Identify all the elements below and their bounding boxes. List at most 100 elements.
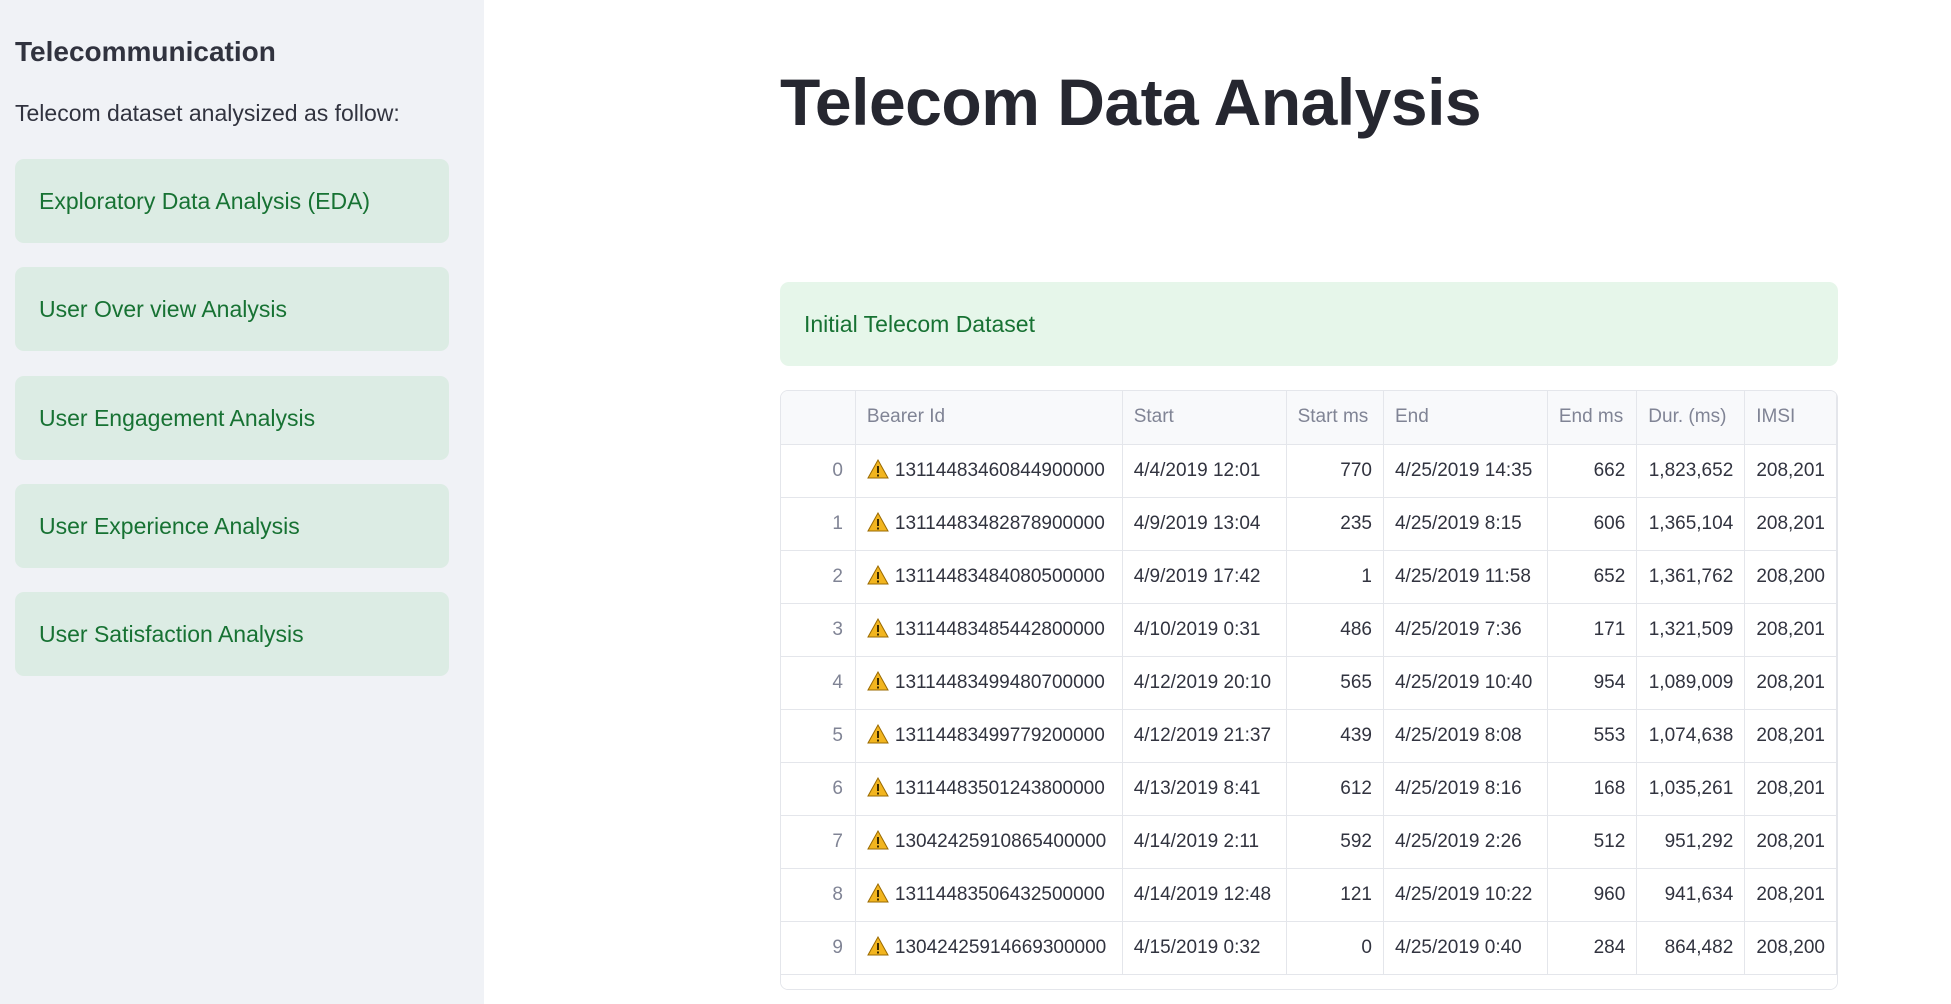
warning-icon xyxy=(867,935,889,956)
cell-start: 4/14/2019 2:11 xyxy=(1122,815,1287,869)
cell-end: 4/25/2019 8:08 xyxy=(1383,709,1548,763)
sidebar-item-user-satisfaction[interactable]: User Satisfaction Analysis xyxy=(15,592,449,676)
cell-end-ms: 662 xyxy=(1547,444,1638,498)
cell-end-ms: 553 xyxy=(1547,709,1638,763)
cell-imsi: 208,201 xyxy=(1744,709,1837,763)
table-row[interactable]: 9 13042425914669300000 4/15/2019 0:32 0 4/25… xyxy=(781,921,1837,975)
cell-imsi: 208,201 xyxy=(1744,444,1837,498)
table-row[interactable]: 3 13114483485442800000 4/10/2019 0:31 486 4/… xyxy=(781,603,1837,657)
row-index: 4 xyxy=(781,656,856,710)
cell-start: 4/12/2019 20:10 xyxy=(1122,656,1287,710)
cell-start: 4/9/2019 13:04 xyxy=(1122,497,1287,551)
cell-end-ms: 606 xyxy=(1547,497,1638,551)
table-row[interactable]: 1 13114483482878900000 4/9/2019 13:04 235 4/… xyxy=(781,497,1837,551)
sidebar-item-user-experience[interactable]: User Experience Analysis xyxy=(15,484,449,568)
sidebar-item-label: User Satisfaction Analysis xyxy=(39,620,304,647)
warning-icon xyxy=(867,723,889,744)
cell-duration: 1,321,509 xyxy=(1636,603,1746,657)
column-header-index[interactable] xyxy=(781,391,856,445)
table-scroll-area xyxy=(781,979,1837,989)
table-row[interactable]: 8 13114483506432500000 4/14/2019 12:48 121 4… xyxy=(781,868,1837,922)
cell-duration: 864,482 xyxy=(1636,921,1746,975)
cell-start: 4/4/2019 12:01 xyxy=(1122,444,1287,498)
cell-end-ms: 168 xyxy=(1547,762,1638,816)
sidebar-item-eda[interactable]: Exploratory Data Analysis (EDA) xyxy=(15,159,449,243)
cell-duration: 1,035,261 xyxy=(1636,762,1746,816)
column-header-bearer-id[interactable]: Bearer Id xyxy=(855,391,1123,445)
cell-start-ms: 1 xyxy=(1286,550,1384,604)
column-header-start-ms[interactable]: Start ms xyxy=(1286,391,1384,445)
sidebar-item-user-overview[interactable]: User Over view Analysis xyxy=(15,267,449,351)
cell-bearer-id: 13114483485442800000 xyxy=(855,603,1123,657)
row-index: 1 xyxy=(781,497,856,551)
data-table: Bearer Id Start Start ms End End ms Dur.… xyxy=(781,391,1837,975)
cell-bearer-id: 13114483482878900000 xyxy=(855,497,1123,551)
column-header-end-ms[interactable]: End ms xyxy=(1547,391,1638,445)
cell-imsi: 208,201 xyxy=(1744,762,1837,816)
column-header-duration[interactable]: Dur. (ms) xyxy=(1636,391,1746,445)
row-index: 6 xyxy=(781,762,856,816)
table-row[interactable]: 6 13114483501243800000 4/13/2019 8:41 612 4/… xyxy=(781,762,1837,816)
cell-end: 4/25/2019 8:16 xyxy=(1383,762,1548,816)
sidebar-item-label: User Engagement Analysis xyxy=(39,404,316,431)
bearer-id-value: 13042425914669300000 xyxy=(894,937,1107,958)
cell-duration: 1,365,104 xyxy=(1636,497,1746,551)
cell-start: 4/15/2019 0:32 xyxy=(1122,921,1287,975)
cell-imsi: 208,201 xyxy=(1744,656,1837,710)
cell-end-ms: 954 xyxy=(1547,656,1638,710)
cell-duration: 941,634 xyxy=(1636,868,1746,922)
cell-end: 4/25/2019 0:40 xyxy=(1383,921,1548,975)
column-header-end[interactable]: End xyxy=(1383,391,1548,445)
cell-end-ms: 171 xyxy=(1547,603,1638,657)
table-row[interactable]: 4 13114483499480700000 4/12/2019 20:10 565 4… xyxy=(781,656,1837,710)
sidebar-item-label: User Experience Analysis xyxy=(39,512,300,539)
table-body: 0 13114483460844900000 4/4/2019 12:01 770 4/… xyxy=(781,444,1837,975)
cell-duration: 951,292 xyxy=(1636,815,1746,869)
column-header-start[interactable]: Start xyxy=(1122,391,1287,445)
table-row[interactable]: 7 13042425910865400000 4/14/2019 2:11 592 4/… xyxy=(781,815,1837,869)
warning-icon xyxy=(867,617,889,638)
sidebar-description: Telecom dataset analysized as follow: xyxy=(15,100,400,126)
cell-end-ms: 512 xyxy=(1547,815,1638,869)
sidebar-item-user-engagement[interactable]: User Engagement Analysis xyxy=(15,376,449,460)
table-row[interactable]: 0 13114483460844900000 4/4/2019 12:01 770 4/… xyxy=(781,444,1837,498)
row-index: 9 xyxy=(781,921,856,975)
cell-start-ms: 565 xyxy=(1286,656,1384,710)
cell-bearer-id: 13114483460844900000 xyxy=(855,444,1123,498)
cell-end-ms: 284 xyxy=(1547,921,1638,975)
warning-icon xyxy=(867,776,889,797)
cell-duration: 1,823,652 xyxy=(1636,444,1746,498)
row-index: 3 xyxy=(781,603,856,657)
cell-duration: 1,361,762 xyxy=(1636,550,1746,604)
bearer-id-value: 13114483506432500000 xyxy=(894,884,1105,905)
sidebar-heading: Telecommunication xyxy=(15,36,276,67)
cell-duration: 1,089,009 xyxy=(1636,656,1746,710)
bearer-id-value: 13114483501243800000 xyxy=(894,778,1105,799)
cell-bearer-id: 13042425910865400000 xyxy=(855,815,1123,869)
cell-imsi: 208,200 xyxy=(1744,550,1837,604)
column-header-imsi[interactable]: IMSI xyxy=(1744,391,1837,445)
cell-start: 4/9/2019 17:42 xyxy=(1122,550,1287,604)
warning-icon xyxy=(867,511,889,532)
table-row[interactable]: 2 13114483484080500000 4/9/2019 17:42 1 4/25… xyxy=(781,550,1837,604)
dataframe[interactable]: Bearer Id Start Start ms End End ms Dur.… xyxy=(780,390,1838,990)
cell-bearer-id: 13114483501243800000 xyxy=(855,762,1123,816)
cell-start: 4/10/2019 0:31 xyxy=(1122,603,1287,657)
cell-start-ms: 121 xyxy=(1286,868,1384,922)
table-row[interactable]: 5 13114483499779200000 4/12/2019 21:37 439 4… xyxy=(781,709,1837,763)
main-content: Telecom Data Analysis Initial Telecom Da… xyxy=(484,0,1951,1004)
cell-end: 4/25/2019 2:26 xyxy=(1383,815,1548,869)
cell-bearer-id: 13114483499779200000 xyxy=(855,709,1123,763)
cell-end: 4/25/2019 10:22 xyxy=(1383,868,1548,922)
cell-start: 4/13/2019 8:41 xyxy=(1122,762,1287,816)
warning-icon xyxy=(867,458,889,479)
table-header-row: Bearer Id Start Start ms End End ms Dur.… xyxy=(781,391,1837,445)
cell-start-ms: 770 xyxy=(1286,444,1384,498)
cell-imsi: 208,201 xyxy=(1744,497,1837,551)
cell-start: 4/12/2019 21:37 xyxy=(1122,709,1287,763)
row-index: 2 xyxy=(781,550,856,604)
warning-icon xyxy=(867,564,889,585)
bearer-id-value: 13042425910865400000 xyxy=(894,831,1107,852)
page-title: Telecom Data Analysis xyxy=(780,65,1482,139)
bearer-id-value: 13114483482878900000 xyxy=(894,513,1105,534)
